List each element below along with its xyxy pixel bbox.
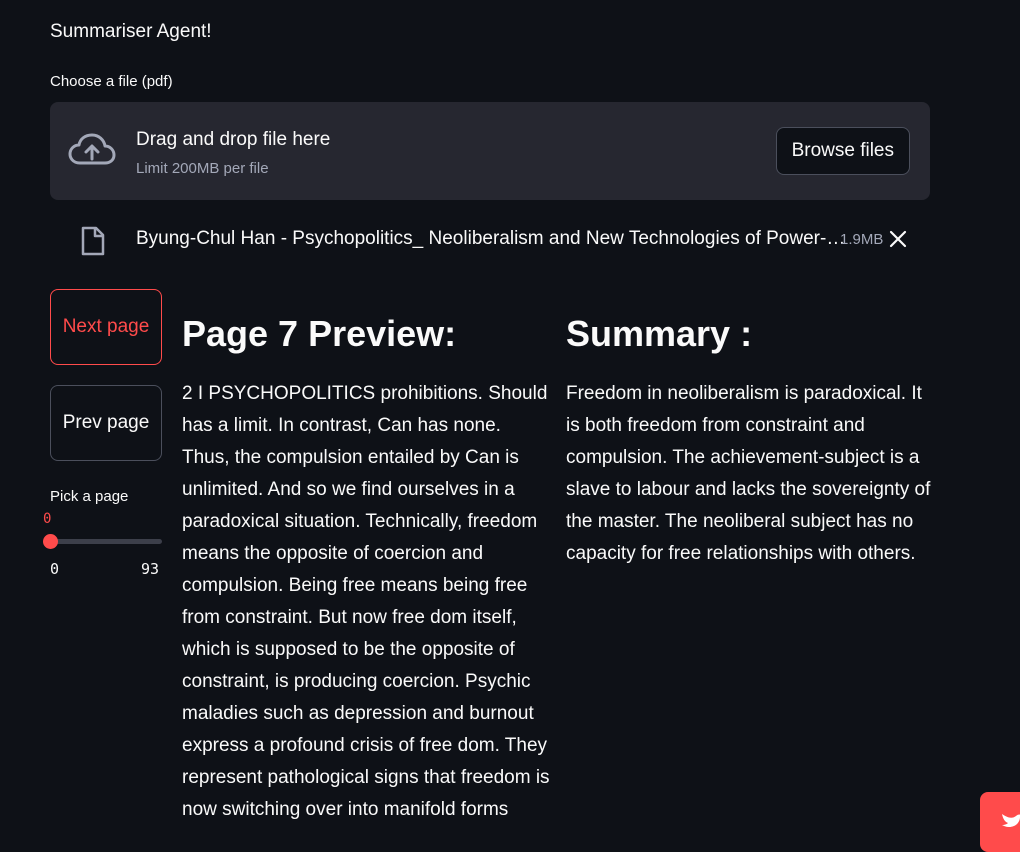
page-slider-max: 93: [141, 560, 160, 578]
dropzone-limit: Limit 200MB per file: [136, 160, 269, 177]
file-icon: [81, 226, 105, 256]
close-icon[interactable]: [888, 229, 908, 249]
file-dropzone[interactable]: Drag and drop file here Limit 200MB per …: [50, 102, 930, 200]
app-title: Summariser Agent!: [50, 21, 212, 42]
summary-heading: Summary :: [566, 313, 753, 354]
prev-page-button[interactable]: Prev page: [50, 385, 162, 461]
preview-heading: Page 7 Preview:: [182, 313, 457, 354]
preview-text: 2 I PSYCHOPOLITICS prohibitions. Should …: [182, 383, 550, 820]
page-slider-min: 0: [50, 560, 60, 578]
file-uploader-label: Choose a file (pdf): [50, 73, 173, 90]
browse-files-button[interactable]: Browse files: [775, 127, 910, 175]
uploaded-file-size: 1.9MB: [840, 231, 884, 248]
page-slider-thumb[interactable]: [43, 534, 58, 549]
page-slider-value: 0: [43, 511, 52, 527]
cloud-upload-icon: [68, 133, 116, 165]
uploaded-file-name: Byung-Chul Han - Psychopolitics_ Neolibe…: [136, 228, 846, 249]
page-slider-track[interactable]: [50, 539, 162, 544]
summary-text: Freedom in neoliberalism is paradoxical.…: [566, 383, 931, 564]
next-page-button[interactable]: Next page: [50, 289, 162, 365]
uploaded-file-row: Byung-Chul Han - Psychopolitics_ Neolibe…: [50, 220, 930, 258]
page-slider-label: Pick a page: [50, 488, 129, 505]
corner-action-button[interactable]: [980, 792, 1020, 852]
bird-icon: [1002, 814, 1020, 827]
dropzone-title: Drag and drop file here: [136, 129, 331, 150]
